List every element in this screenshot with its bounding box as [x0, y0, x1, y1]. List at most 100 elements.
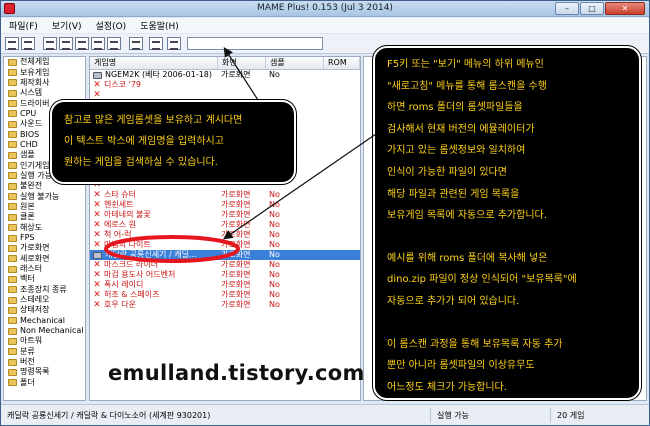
rom-missing-icon: ✕	[93, 230, 101, 240]
tree-item[interactable]: 시스템	[4, 88, 85, 98]
callout-line: 인식이 가능한 파일이 있다면	[387, 166, 507, 178]
rom-ok-icon	[93, 71, 102, 79]
folder-icon	[8, 224, 17, 232]
tree-item-label: 해상도	[20, 222, 43, 232]
tree-item[interactable]: 보유게임	[4, 67, 85, 77]
status-count: 20 게임	[557, 410, 585, 420]
maximize-button[interactable]: □	[580, 2, 604, 15]
about-icon[interactable]	[129, 37, 143, 50]
tree-item[interactable]: 래스터	[4, 264, 85, 274]
romscan-callout: F5키 또는 "보기" 메뉴의 하위 메뉴인 "새로고침" 메뉴를 통해 롬스캔…	[373, 46, 641, 400]
game-row[interactable]: ✕ 허조 & 스페이즈 가로화면 No	[90, 290, 360, 300]
folder-icon	[8, 89, 17, 97]
callout-line: 예시를 위해 roms 폴더에 복사해 넣은	[387, 252, 548, 264]
callout-line: dino.zip 파일이 정상 인식되어 "보유목록"에	[387, 274, 577, 286]
tree-item[interactable]: 세로화면	[4, 254, 85, 264]
view-folders-icon[interactable]	[5, 37, 19, 50]
game-row[interactable]: ✕	[90, 90, 360, 100]
folder-icon	[8, 58, 17, 66]
game-row[interactable]: 캐딜락 공룡신세기 / 캐딜... 가로화면 No	[90, 250, 360, 260]
tree-item[interactable]: 전체게임	[4, 57, 85, 67]
game-row[interactable]: ✕ 헨쉰세트 가로화면 No	[90, 200, 360, 210]
folder-icon	[8, 265, 17, 273]
tree-item[interactable]: Non Mechanical	[4, 326, 85, 336]
game-row[interactable]: ✕ 호우 다운 가로화면 No	[90, 300, 360, 310]
list-view-icon[interactable]	[75, 37, 89, 50]
game-row[interactable]: ✕ 에로스 원 가로화면 No	[90, 220, 360, 230]
grouped-view-icon[interactable]	[107, 37, 121, 50]
large-icons-icon[interactable]	[43, 37, 57, 50]
game-row[interactable]: ✕ 척 어-럭 가로화면 No	[90, 230, 360, 240]
help-icon[interactable]	[149, 37, 163, 50]
close-button[interactable]: ✕	[605, 2, 645, 15]
game-row[interactable]: ✕ 마스크드 라이더 가로화면 No	[90, 260, 360, 270]
folder-icon	[8, 348, 17, 356]
tree-item[interactable]: 실행 불가능	[4, 191, 85, 201]
tree-item[interactable]: 벡터	[4, 274, 85, 284]
folder-icon	[8, 327, 17, 335]
game-row[interactable]: ✕ 디스코 '79	[90, 80, 360, 90]
game-samples: No	[269, 210, 280, 219]
game-name: 헨쉰세트	[104, 200, 134, 209]
game-samples: No	[269, 270, 280, 279]
tree-item[interactable]: 명령목록	[4, 367, 85, 377]
tree-item[interactable]: 해상도	[4, 223, 85, 233]
column-header-rom[interactable]: ROM	[324, 57, 360, 69]
column-header-samples[interactable]: 샘플	[266, 57, 324, 69]
game-row[interactable]: ✕ 아테네의 불꽃 가로화면 No	[90, 210, 360, 220]
game-row[interactable]: ✕ 스타 슈터 가로화면 No	[90, 190, 360, 200]
details-view-icon[interactable]	[91, 37, 105, 50]
tree-item[interactable]: 아트워	[4, 336, 85, 346]
rom-missing-icon: ✕	[93, 80, 101, 90]
folder-icon	[8, 110, 17, 118]
tree-item[interactable]: 제작회사	[4, 78, 85, 88]
tree-item-label: CPU	[20, 108, 37, 118]
column-header-name[interactable]: 게임명	[90, 57, 218, 69]
tree-item-label: 인기게임	[20, 160, 50, 170]
menu-view[interactable]: 보기(V)	[50, 19, 84, 32]
game-row[interactable]: ✕ 폭시 레이디 가로화면 No	[90, 280, 360, 290]
menu-file[interactable]: 파일(F)	[7, 19, 40, 32]
game-screen: 가로화면	[221, 210, 251, 219]
folder-icon	[8, 172, 17, 180]
tree-item[interactable]: 클론	[4, 212, 85, 222]
tree-item[interactable]: 상태저장	[4, 305, 85, 315]
column-header-screen[interactable]: 화면	[218, 57, 266, 69]
tree-item[interactable]: 조종장치 종류	[4, 285, 85, 295]
tree-item[interactable]: Mechanical	[4, 316, 85, 326]
game-row[interactable]: NGEM2K (베타 2006-01-18) 가로화면 No	[90, 70, 360, 80]
folder-icon	[8, 69, 17, 77]
game-search-input[interactable]	[187, 37, 323, 50]
small-icons-icon[interactable]	[59, 37, 73, 50]
menu-help[interactable]: 도움말(H)	[138, 19, 181, 32]
callout-line: 가지고 있는 롬셋정보와 일치하여	[387, 145, 526, 157]
tree-item[interactable]: 스테레오	[4, 295, 85, 305]
game-screen: 가로화면	[221, 280, 251, 289]
tree-item[interactable]: FPS	[4, 233, 85, 243]
tree-item[interactable]: 버전	[4, 357, 85, 367]
game-samples: No	[269, 70, 280, 79]
tree-item[interactable]: 분류	[4, 347, 85, 357]
window-title: MAME Plus! 0.153 (Jul 3 2014)	[257, 3, 393, 13]
tree-item-label: 가로화면	[20, 243, 50, 253]
tree-item-label: 폴더	[20, 377, 35, 387]
tree-item[interactable]: 원본	[4, 202, 85, 212]
view-screenshot-icon[interactable]	[21, 37, 35, 50]
game-samples	[266, 80, 324, 90]
tree-item-label: 샘플	[20, 150, 35, 160]
rom-missing-icon: ✕	[93, 270, 101, 280]
game-row[interactable]: ✕ 마검 용도사 어드벤처 가로화면 No	[90, 270, 360, 280]
game-row[interactable]: ✕ 마법의 나이트 가로화면 No	[90, 240, 360, 250]
tree-item-label: 드라이버	[20, 98, 50, 108]
search-clear-icon[interactable]	[167, 37, 181, 50]
tree-item[interactable]: 폴더	[4, 378, 85, 388]
rom-missing-icon: ✕	[93, 190, 101, 200]
tree-item[interactable]: 가로화면	[4, 243, 85, 253]
tree-item-label: 클론	[20, 212, 35, 222]
minimize-button[interactable]: –	[555, 2, 579, 15]
tree-item-label: 불완전	[20, 181, 43, 191]
game-name: 아테네의 불꽃	[104, 210, 151, 219]
menu-settings[interactable]: 설정(O)	[94, 19, 129, 32]
game-screen	[218, 80, 266, 90]
game-name: 호우 다운	[104, 300, 136, 309]
